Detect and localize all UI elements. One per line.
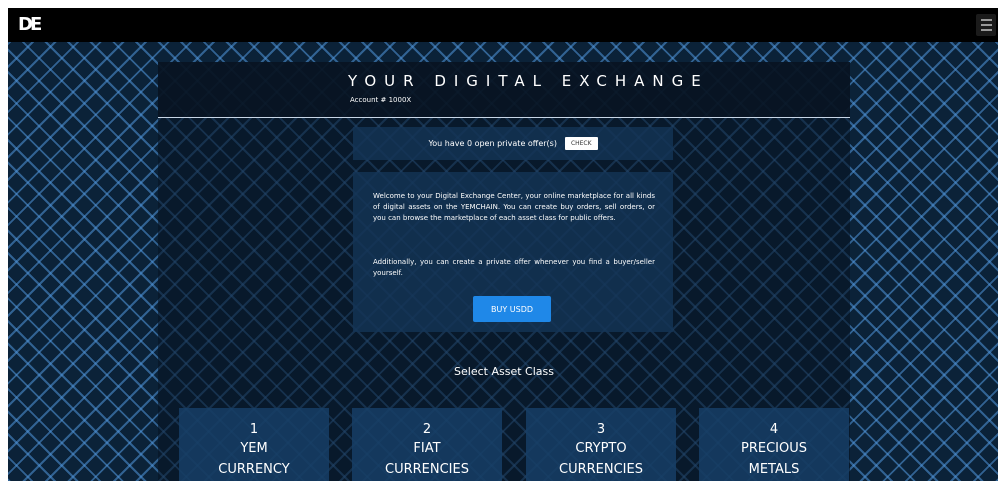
- top-nav-bar: DE: [8, 8, 998, 42]
- asset-card-crypto-currencies[interactable]: 3 CRYPTO CURRENCIES: [526, 408, 676, 481]
- page-title: YOUR DIGITAL EXCHANGE: [348, 72, 709, 90]
- asset-card-precious-metals[interactable]: 4 PRECIOUS METALS: [699, 408, 849, 481]
- welcome-paragraph: Welcome to your Digital Exchange Center,…: [373, 192, 655, 222]
- asset-card-fiat-currencies[interactable]: 2 FIAT CURRENCIES: [352, 408, 502, 481]
- menu-line: [980, 24, 992, 26]
- asset-card-label: FIAT: [413, 441, 441, 456]
- select-asset-class-heading: Select Asset Class: [454, 365, 554, 378]
- exchange-panel: YOUR DIGITAL EXCHANGE Account # 1000X Yo…: [158, 62, 850, 481]
- asset-card-number: 1: [249, 422, 259, 437]
- asset-card-label: CRYPTO: [575, 441, 627, 456]
- buy-usdd-button[interactable]: BUY USDD: [473, 296, 551, 322]
- welcome-box: Welcome to your Digital Exchange Center,…: [353, 172, 673, 332]
- asset-card-number: 3: [596, 422, 606, 437]
- menu-line: [980, 19, 992, 21]
- asset-card-number: 2: [422, 422, 432, 437]
- asset-card-label: CURRENCIES: [559, 462, 643, 477]
- asset-card-label: CURRENCIES: [385, 462, 469, 477]
- check-button[interactable]: CHECK: [564, 137, 598, 150]
- asset-card-yem-currency[interactable]: 1 YEM CURRENCY: [179, 408, 329, 481]
- private-offers-box: You have 0 open private offer(s) CHECK: [353, 127, 673, 160]
- menu-line: [980, 29, 992, 31]
- asset-card-label: PRECIOUS: [741, 441, 807, 456]
- hamburger-menu-icon[interactable]: [976, 14, 996, 36]
- private-offer-paragraph: Additionally, you can create a private o…: [373, 258, 655, 277]
- account-number: Account # 1000X: [350, 96, 412, 104]
- patterned-background: YOUR DIGITAL EXCHANGE Account # 1000X Yo…: [8, 42, 998, 481]
- page-header: YOUR DIGITAL EXCHANGE Account # 1000X: [158, 62, 850, 118]
- private-offers-text: You have 0 open private offer(s): [428, 139, 557, 148]
- asset-card-label: CURRENCY: [218, 462, 290, 477]
- asset-card-label: YEM: [240, 441, 268, 456]
- logo[interactable]: DE: [18, 14, 42, 36]
- asset-card-label: METALS: [748, 462, 800, 477]
- asset-card-number: 4: [769, 422, 779, 437]
